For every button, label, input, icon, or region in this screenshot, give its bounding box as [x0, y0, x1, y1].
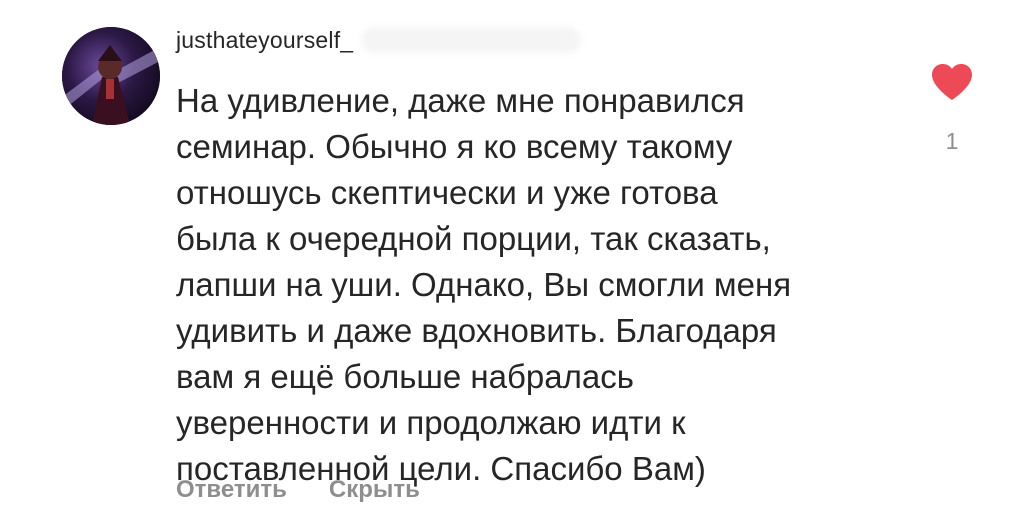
redacted-region	[361, 27, 582, 53]
comment-text: На удивление, даже мне понравился семина…	[176, 82, 792, 487]
heart-icon[interactable]	[930, 62, 974, 102]
username[interactable]: justhateyourself_	[176, 27, 353, 54]
comment-item: justhateyourself_ На удивление, даже мне…	[0, 0, 1024, 529]
reply-button[interactable]: Ответить	[176, 476, 287, 504]
like-control: 1	[922, 62, 982, 162]
comment-header: justhateyourself_	[176, 20, 582, 60]
hide-button[interactable]: Скрыть	[329, 476, 420, 504]
like-count: 1	[945, 128, 959, 154]
comment-actions: Ответить Скрыть	[176, 476, 420, 504]
avatar-image	[62, 27, 160, 125]
avatar[interactable]	[62, 27, 160, 125]
